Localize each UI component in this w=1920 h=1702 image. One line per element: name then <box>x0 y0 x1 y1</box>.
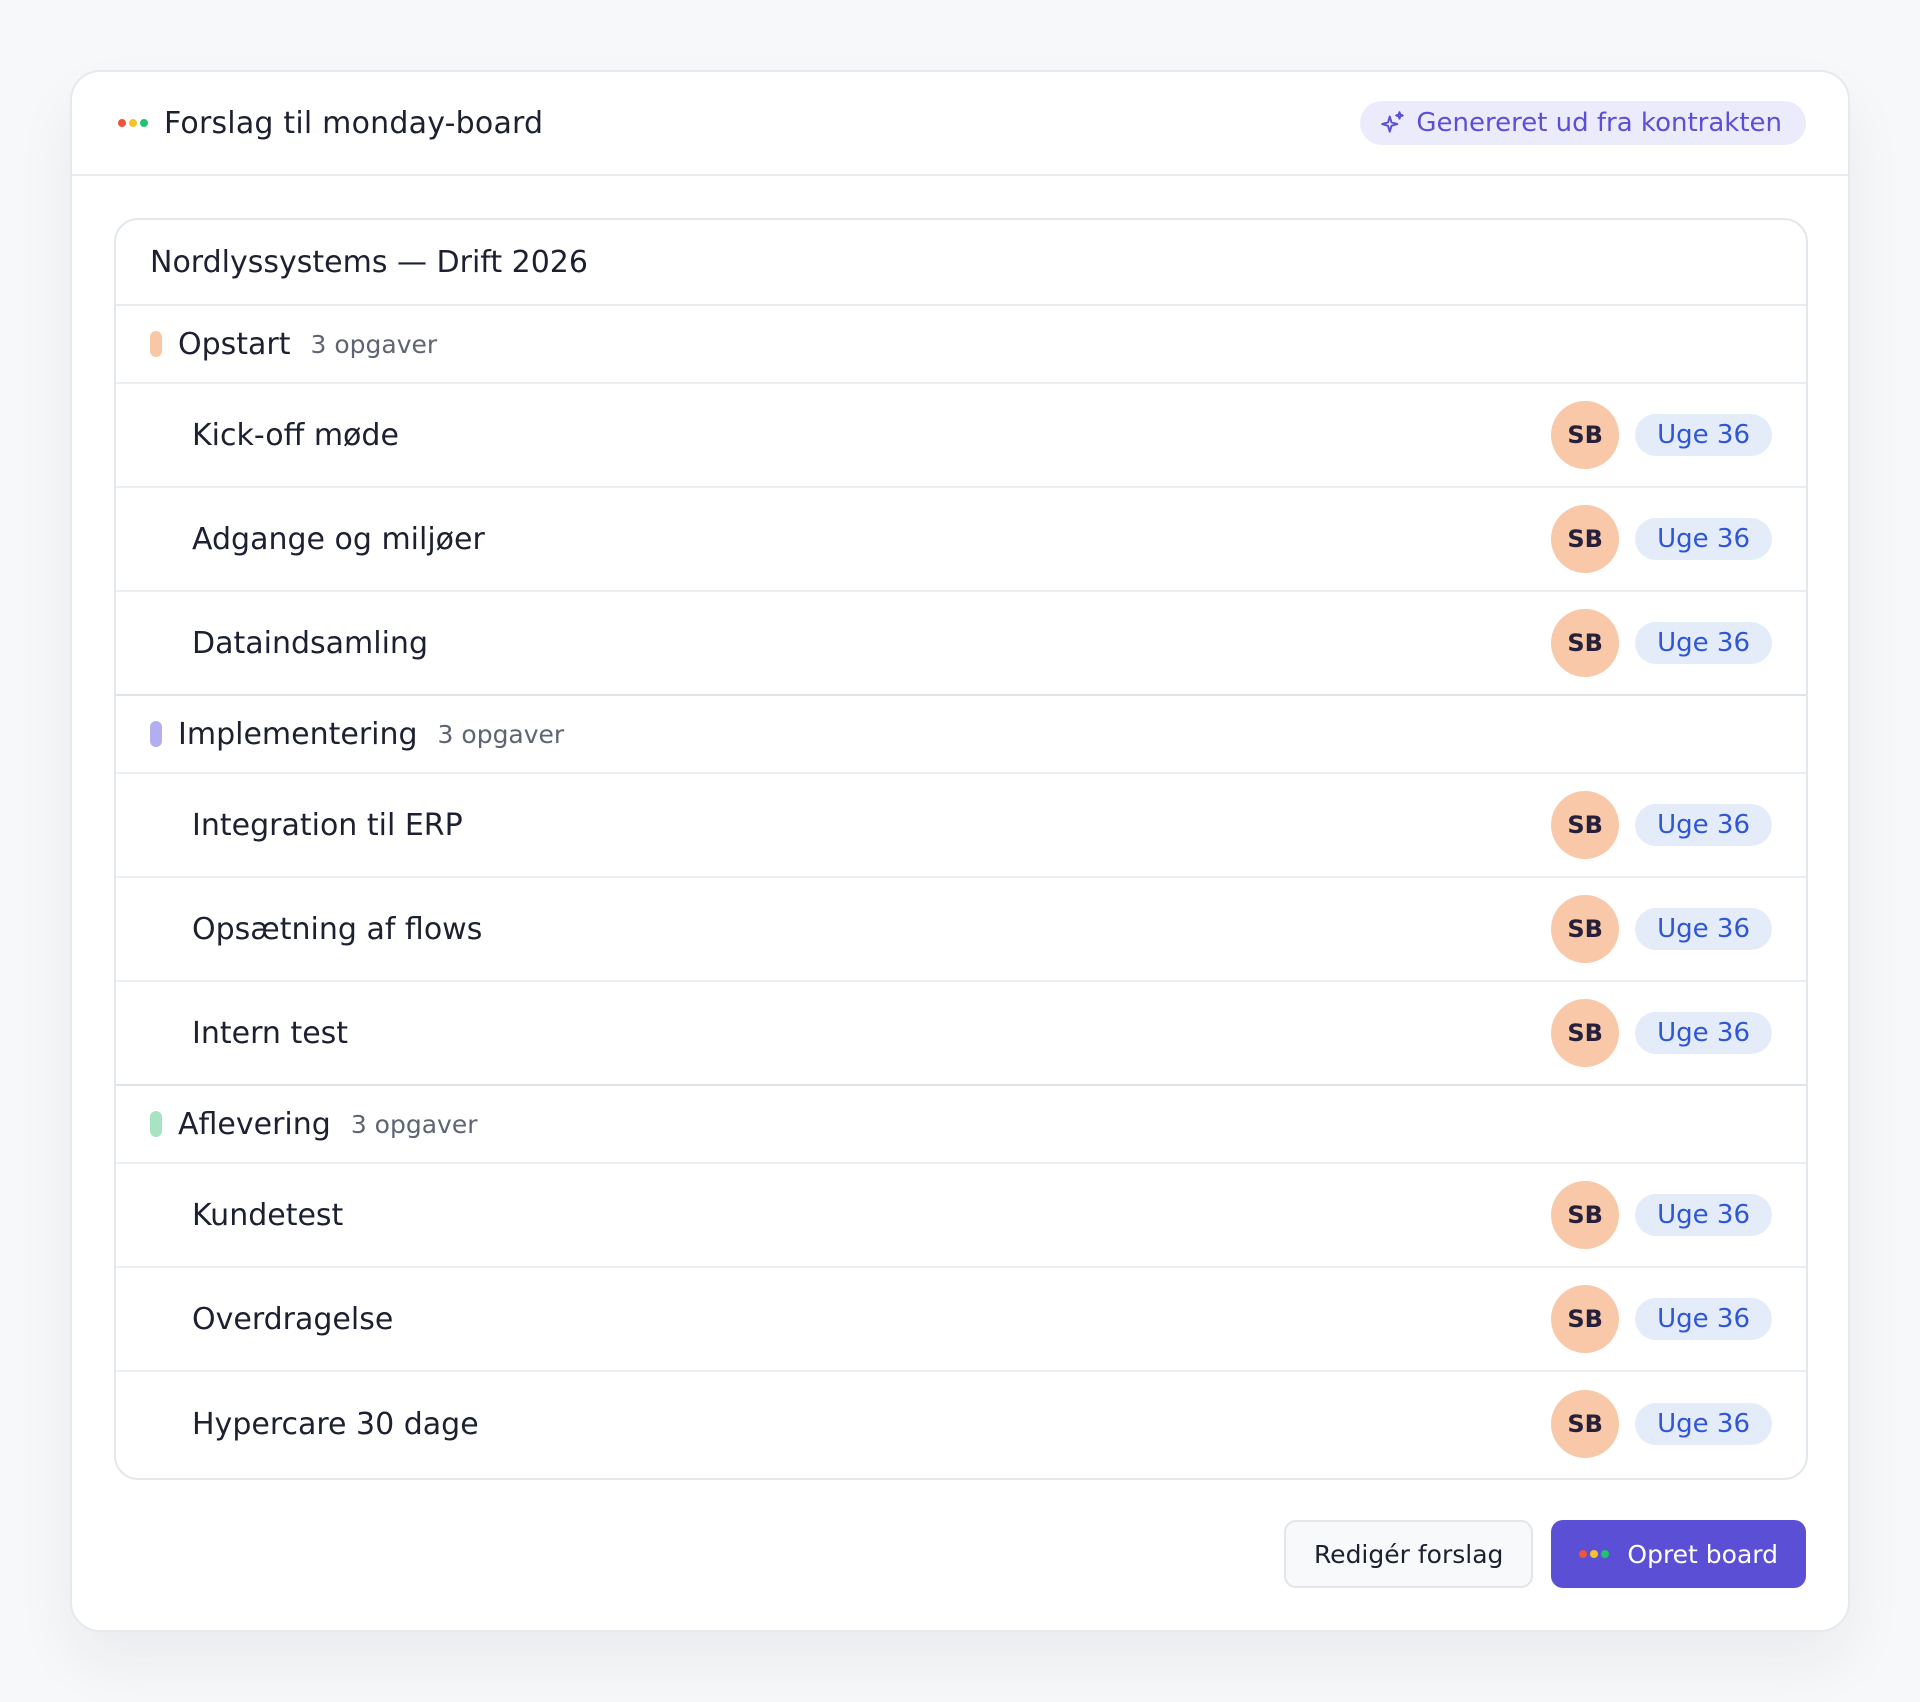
group-color-bar <box>150 721 162 747</box>
task-row[interactable]: Overdragelse SB Uge 36 <box>116 1268 1806 1372</box>
week-badge[interactable]: Uge 36 <box>1635 518 1772 560</box>
group-task-count: 3 opgaver <box>437 719 565 749</box>
task-meta: SB Uge 36 <box>1551 1285 1772 1353</box>
card-actions: Redigér forslag Opret board <box>1283 1520 1806 1588</box>
task-row[interactable]: Intern test SB Uge 36 <box>116 982 1806 1086</box>
monday-logo-icon <box>118 119 148 127</box>
task-name: Adgange og miljøer <box>192 521 485 557</box>
logo-dot-yellow <box>1590 1550 1599 1558</box>
week-badge[interactable]: Uge 36 <box>1635 1298 1772 1340</box>
task-name: Hypercare 30 dage <box>192 1406 479 1442</box>
task-row[interactable]: Opsætning af flows SB Uge 36 <box>116 878 1806 982</box>
board-preview: Nordlyssystems — Drift 2026 Opstart 3 op… <box>114 218 1808 1480</box>
week-badge[interactable]: Uge 36 <box>1635 1194 1772 1236</box>
owner-avatar[interactable]: SB <box>1551 1285 1620 1353</box>
group-name: Aflevering <box>178 1106 331 1142</box>
task-meta: SB Uge 36 <box>1551 401 1772 469</box>
monday-logo-icon <box>1579 1550 1610 1558</box>
task-meta: SB Uge 36 <box>1551 609 1772 677</box>
task-row[interactable]: Kick-off møde SB Uge 36 <box>116 384 1806 488</box>
task-meta: SB Uge 36 <box>1551 999 1772 1067</box>
group-name: Opstart <box>178 326 291 362</box>
task-name: Kick-off møde <box>192 417 399 453</box>
task-row[interactable]: Hypercare 30 dage SB Uge 36 <box>116 1372 1806 1476</box>
task-meta: SB Uge 36 <box>1551 1390 1772 1458</box>
task-meta: SB Uge 36 <box>1551 791 1772 859</box>
logo-dot-green <box>140 119 148 127</box>
week-badge[interactable]: Uge 36 <box>1635 622 1772 664</box>
edit-suggestion-button[interactable]: Redigér forslag <box>1283 1520 1534 1588</box>
board-title: Nordlyssystems — Drift 2026 <box>116 220 1806 306</box>
logo-dot-yellow <box>129 119 137 127</box>
task-name: Opsætning af flows <box>192 911 483 947</box>
task-row[interactable]: Integration til ERP SB Uge 36 <box>116 774 1806 878</box>
brand: Forslag til monday-board <box>118 106 543 141</box>
group-color-bar <box>150 331 162 357</box>
card-title: Forslag til monday-board <box>164 105 544 141</box>
create-board-button[interactable]: Opret board <box>1551 1520 1806 1588</box>
task-name: Intern test <box>192 1015 349 1051</box>
task-name: Kundetest <box>192 1197 344 1233</box>
task-meta: SB Uge 36 <box>1551 895 1772 963</box>
week-badge[interactable]: Uge 36 <box>1635 1012 1772 1054</box>
owner-avatar[interactable]: SB <box>1551 1181 1620 1249</box>
group-header-implementering[interactable]: Implementering 3 opgaver <box>116 696 1806 774</box>
create-board-label: Opret board <box>1627 1539 1778 1569</box>
week-badge[interactable]: Uge 36 <box>1635 804 1772 846</box>
logo-dot-red <box>118 119 126 127</box>
owner-avatar[interactable]: SB <box>1551 505 1620 573</box>
group-name: Implementering <box>178 716 418 752</box>
owner-avatar[interactable]: SB <box>1551 401 1620 469</box>
card-header: Forslag til monday-board Genereret ud fr… <box>72 72 1848 176</box>
week-badge[interactable]: Uge 36 <box>1635 414 1772 456</box>
sparkle-icon <box>1381 111 1405 133</box>
group-color-bar <box>150 1111 162 1137</box>
group-task-count: 3 opgaver <box>310 329 438 359</box>
logo-dot-green <box>1601 1550 1610 1558</box>
task-row[interactable]: Kundetest SB Uge 36 <box>116 1164 1806 1268</box>
group-task-count: 3 opgaver <box>350 1109 478 1139</box>
task-meta: SB Uge 36 <box>1551 1181 1772 1249</box>
task-row[interactable]: Dataindsamling SB Uge 36 <box>116 592 1806 696</box>
group-header-aflevering[interactable]: Aflevering 3 opgaver <box>116 1086 1806 1164</box>
generated-badge-label: Genereret ud fra kontrakten <box>1416 108 1782 138</box>
group-header-opstart[interactable]: Opstart 3 opgaver <box>116 306 1806 384</box>
owner-avatar[interactable]: SB <box>1551 791 1620 859</box>
task-row[interactable]: Adgange og miljøer SB Uge 36 <box>116 488 1806 592</box>
owner-avatar[interactable]: SB <box>1551 609 1620 677</box>
week-badge[interactable]: Uge 36 <box>1635 1403 1772 1445</box>
owner-avatar[interactable]: SB <box>1551 895 1620 963</box>
owner-avatar[interactable]: SB <box>1551 1390 1620 1458</box>
board-suggestion-card: Forslag til monday-board Genereret ud fr… <box>70 70 1850 1632</box>
task-name: Integration til ERP <box>192 807 463 843</box>
logo-dot-red <box>1579 1550 1588 1558</box>
week-badge[interactable]: Uge 36 <box>1635 908 1772 950</box>
generated-badge: Genereret ud fra kontrakten <box>1360 101 1806 145</box>
task-name: Dataindsamling <box>192 625 428 661</box>
task-name: Overdragelse <box>192 1301 394 1337</box>
owner-avatar[interactable]: SB <box>1551 999 1620 1067</box>
task-meta: SB Uge 36 <box>1551 505 1772 573</box>
